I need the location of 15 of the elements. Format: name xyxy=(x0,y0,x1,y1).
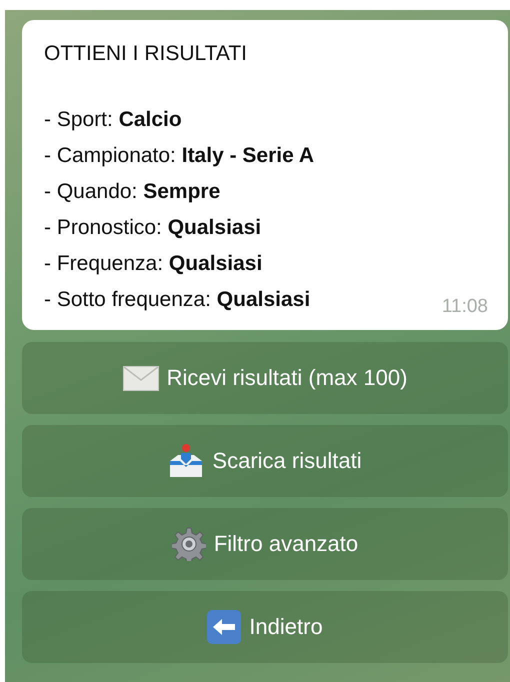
gear-icon xyxy=(172,527,206,561)
message-line: - Sport: Calcio xyxy=(44,107,182,133)
keyboard-button[interactable]: Filtro avanzato xyxy=(22,508,508,580)
keyboard-button[interactable]: Scarica risultati xyxy=(22,425,508,497)
message-line: - Pronostico: Qualsiasi xyxy=(44,215,262,241)
message-line: - Campionato: Italy - Serie A xyxy=(44,143,314,169)
message-title: OTTIENI I RISULTATI xyxy=(44,42,248,66)
message-line: - Frequenza: Qualsiasi xyxy=(44,251,262,277)
message-line: - Sotto frequenza: Qualsiasi xyxy=(44,287,310,313)
message-line: - Quando: Sempre xyxy=(44,179,220,205)
keyboard-button[interactable]: Ricevi risultati (max 100) xyxy=(22,342,508,414)
envelope-icon xyxy=(122,366,159,390)
inbox-tray-icon xyxy=(168,443,204,479)
keyboard-button[interactable]: Indietro xyxy=(22,591,508,663)
message-time: 11:08 xyxy=(442,296,488,318)
